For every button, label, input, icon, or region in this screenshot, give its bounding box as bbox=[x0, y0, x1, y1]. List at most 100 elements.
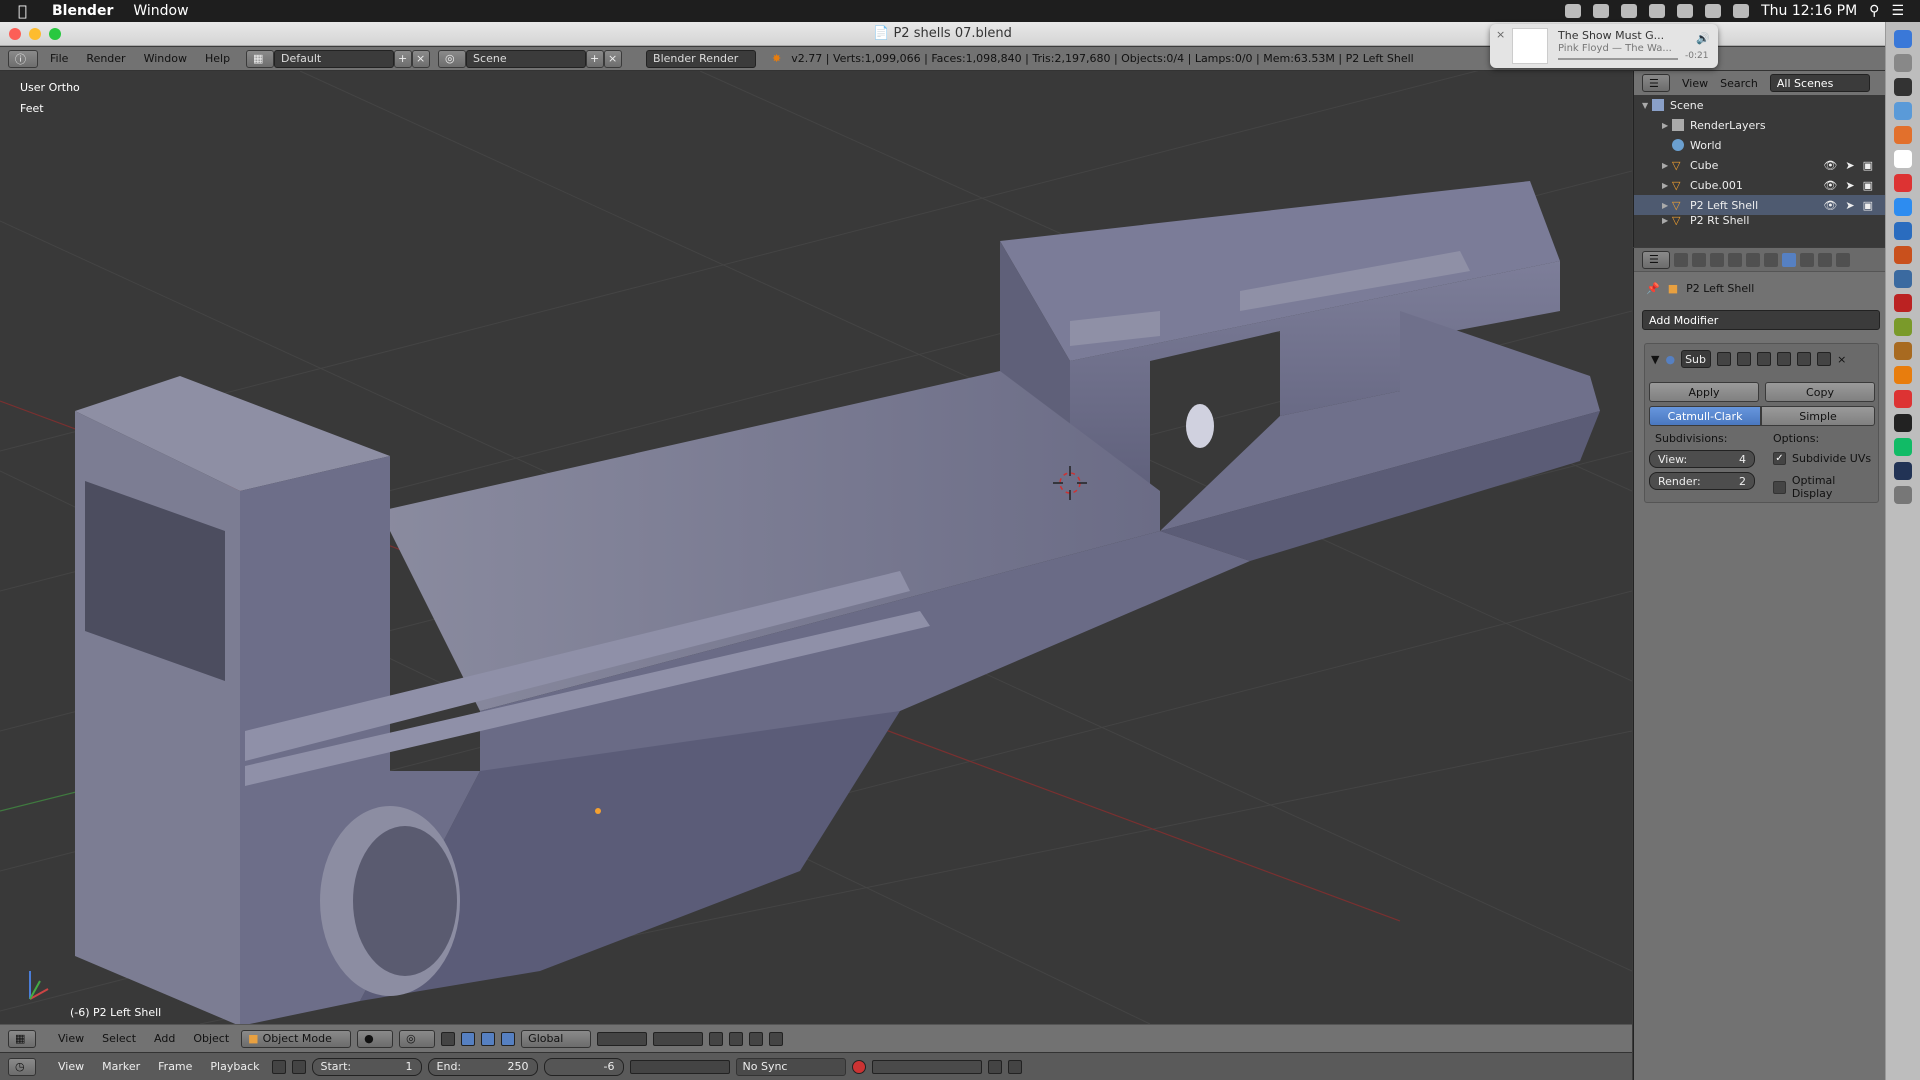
view-levels-field[interactable]: View: 4 bbox=[1649, 450, 1755, 468]
minimize-window-button[interactable] bbox=[29, 28, 41, 40]
render-menu[interactable]: Render bbox=[86, 52, 125, 65]
lock-icon[interactable] bbox=[291, 1059, 306, 1074]
outliner-item-p2-rt-shell[interactable]: ▶ ▽ P2 Rt Shell bbox=[1634, 215, 1885, 225]
catmull-clark-button[interactable]: Catmull-Clark bbox=[1649, 406, 1761, 426]
window-menu[interactable]: Window bbox=[133, 3, 188, 19]
optimal-display-checkbox[interactable] bbox=[1773, 480, 1786, 494]
translate-icon[interactable] bbox=[461, 1031, 476, 1046]
now-playing-notification[interactable]: × The Show Must G... Pink Floyd — The Wa… bbox=[1490, 24, 1718, 68]
safari-icon[interactable] bbox=[1894, 102, 1912, 120]
notes-icon[interactable] bbox=[1894, 150, 1912, 168]
itunes-icon[interactable] bbox=[1894, 390, 1912, 408]
keying-set-field[interactable] bbox=[871, 1059, 982, 1074]
expand-icon[interactable]: ▶ bbox=[1662, 181, 1672, 190]
notification-close-icon[interactable]: × bbox=[1496, 28, 1505, 41]
render-icon[interactable]: ▣ bbox=[1863, 159, 1873, 172]
p2-left-shell-mesh[interactable] bbox=[75, 181, 1600, 1024]
speaker-icon[interactable]: 🔊 bbox=[1696, 32, 1710, 45]
render-tab-icon[interactable] bbox=[1674, 252, 1688, 267]
lightroom-icon[interactable] bbox=[1894, 270, 1912, 288]
bridge-icon[interactable] bbox=[1894, 342, 1912, 360]
editor-type-timeline-icon[interactable]: ◷ bbox=[8, 1057, 36, 1076]
drive-icon[interactable] bbox=[1621, 4, 1638, 18]
expand-icon[interactable]: ▶ bbox=[1662, 216, 1672, 225]
timeline-view-menu[interactable]: View bbox=[52, 1060, 90, 1073]
expand-icon[interactable]: ▶ bbox=[1662, 201, 1672, 210]
show-editmode-icon[interactable] bbox=[1757, 352, 1772, 366]
playback-controls-icon[interactable] bbox=[629, 1059, 730, 1074]
render-icon[interactable]: ▣ bbox=[1863, 179, 1873, 192]
eye-icon[interactable]: 👁 bbox=[1823, 199, 1837, 212]
render-icon[interactable]: ▣ bbox=[1863, 199, 1873, 212]
subdivide-uvs-checkbox[interactable]: ✓ bbox=[1773, 452, 1786, 465]
pin-icon[interactable]: 📌 bbox=[1646, 282, 1660, 295]
select-menu[interactable]: Select bbox=[96, 1032, 142, 1045]
object-tab-icon[interactable] bbox=[1746, 252, 1760, 267]
close-window-button[interactable] bbox=[9, 28, 21, 40]
notification-center-icon[interactable]: ☰ bbox=[1891, 3, 1904, 19]
eye-icon[interactable]: 👁 bbox=[1823, 159, 1837, 172]
layout-icon[interactable]: ▦ bbox=[246, 49, 275, 68]
editor-type-properties-icon[interactable]: ☰ bbox=[1642, 250, 1670, 269]
move-down-icon[interactable] bbox=[1817, 352, 1832, 366]
help-menu[interactable]: Help bbox=[205, 52, 230, 65]
acrobat-icon[interactable] bbox=[1894, 294, 1912, 312]
collapse-icon[interactable]: ▼ bbox=[1651, 353, 1659, 366]
launchpad-icon[interactable] bbox=[1894, 54, 1912, 72]
calendar-icon[interactable] bbox=[1894, 174, 1912, 192]
playback-menu[interactable]: Playback bbox=[204, 1060, 265, 1073]
render-preview-icon[interactable] bbox=[749, 1031, 764, 1046]
file-menu[interactable]: File bbox=[50, 52, 68, 65]
editor-type-icon[interactable]: ⓘ bbox=[8, 49, 38, 68]
add-menu[interactable]: Add bbox=[148, 1032, 181, 1045]
bluetooth-icon[interactable] bbox=[1677, 4, 1694, 18]
shading-selector[interactable]: ● bbox=[357, 1029, 394, 1048]
expand-icon[interactable]: ▶ bbox=[1662, 161, 1672, 170]
firefox-icon[interactable] bbox=[1894, 126, 1912, 144]
finder-icon[interactable] bbox=[1894, 30, 1912, 48]
apple-icon[interactable]:  bbox=[18, 2, 40, 20]
show-cage-icon[interactable] bbox=[1777, 352, 1792, 366]
texture-tab-icon[interactable] bbox=[1836, 252, 1850, 267]
illustrator-icon[interactable] bbox=[1894, 246, 1912, 264]
scene-icon[interactable]: ◎ bbox=[438, 49, 467, 68]
current-frame-field[interactable]: -6 bbox=[543, 1057, 624, 1076]
keyframe-icon[interactable] bbox=[271, 1059, 286, 1074]
add-layout-icon[interactable]: + bbox=[394, 49, 413, 68]
creative-cloud-icon[interactable] bbox=[1565, 4, 1582, 18]
skype-icon[interactable] bbox=[1894, 198, 1912, 216]
scene-selector[interactable]: Scene bbox=[466, 49, 587, 68]
photoshop-icon[interactable] bbox=[1894, 222, 1912, 240]
scene-tab-icon[interactable] bbox=[1710, 252, 1724, 267]
constraints-tab-icon[interactable] bbox=[1764, 252, 1778, 267]
material-tab-icon[interactable] bbox=[1818, 252, 1832, 267]
layout-selector[interactable]: Default bbox=[274, 49, 395, 68]
blender-dock-icon[interactable] bbox=[1894, 366, 1912, 384]
dropbox-icon[interactable] bbox=[1593, 4, 1610, 18]
show-render-icon[interactable] bbox=[1717, 352, 1732, 366]
apply-button[interactable]: Apply bbox=[1649, 382, 1759, 402]
unity-icon[interactable] bbox=[1894, 414, 1912, 432]
outliner-item-p2-left-shell[interactable]: ▶ ▽ P2 Left Shell 👁 ➤ ▣ bbox=[1634, 195, 1885, 215]
outliner-view-menu[interactable]: View bbox=[1682, 77, 1708, 90]
camera-icon[interactable] bbox=[769, 1031, 784, 1046]
spotlight-icon[interactable]: ⚲ bbox=[1869, 3, 1879, 19]
window-menu-blender[interactable]: Window bbox=[144, 52, 187, 65]
outliner-item-scene[interactable]: ▼ Scene bbox=[1634, 95, 1885, 115]
expand-icon[interactable]: ▶ bbox=[1662, 121, 1672, 130]
insert-keyframe-icon[interactable] bbox=[987, 1059, 1002, 1074]
remove-modifier-icon[interactable]: × bbox=[1837, 353, 1846, 366]
outliner-item-world[interactable]: World bbox=[1634, 135, 1885, 155]
3d-viewport[interactable]: User Ortho Feet (-6) P2 Left Shell bbox=[0, 71, 1632, 1024]
cursor-icon[interactable]: ➤ bbox=[1845, 159, 1854, 172]
add-scene-icon[interactable]: + bbox=[586, 49, 605, 68]
outliner-item-cube001[interactable]: ▶ ▽ Cube.001 👁 ➤ ▣ bbox=[1634, 175, 1885, 195]
trash-icon[interactable] bbox=[1894, 486, 1912, 504]
move-up-icon[interactable] bbox=[1797, 352, 1812, 366]
show-viewport-icon[interactable] bbox=[1737, 352, 1752, 366]
marker-menu[interactable]: Marker bbox=[96, 1060, 146, 1073]
remove-layout-icon[interactable]: × bbox=[412, 49, 431, 68]
data-tab-icon[interactable] bbox=[1800, 252, 1814, 267]
orientation-selector[interactable]: Global bbox=[521, 1029, 592, 1048]
wifi-icon[interactable] bbox=[1705, 4, 1722, 18]
